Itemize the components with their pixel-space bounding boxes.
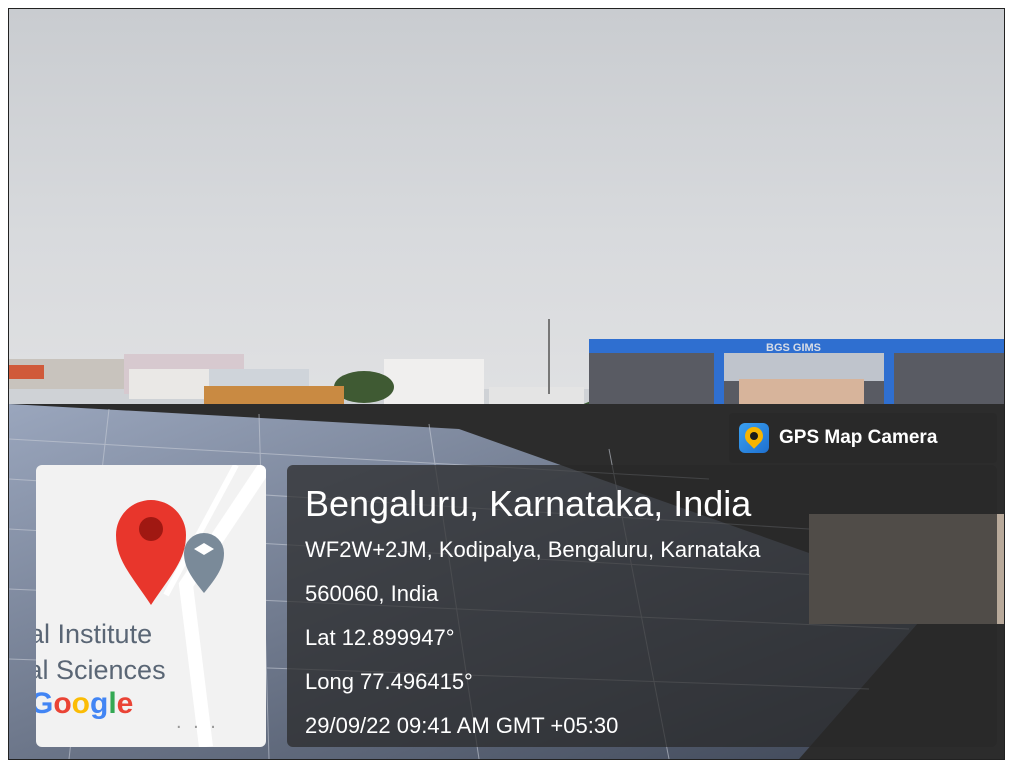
badge-label: GPS Map Camera [779,427,938,448]
latitude: Lat 12.899947° [305,625,455,650]
map-ellipsis: . . . [176,711,219,733]
address-line-1: WF2W+2JM, Kodipalya, Bengaluru, Karnatak… [305,537,761,562]
datetime: 29/09/22 09:41 AM GMT +05:30 [305,713,619,738]
longitude: Long 77.496415° [305,669,473,694]
address-line-2: 560060, India [305,581,439,606]
map-thumbnail[interactable]: bal Institute cal Sciences Google . . . [36,465,266,747]
location-info-panel: Bengaluru, Karnataka, India WF2W+2JM, Ko… [287,465,997,747]
photo-frame: BGS GIMS GPS Map Camera l Institute l Sc… [8,8,1005,760]
map-label-institute: bal Institute [36,619,153,649]
map-label-sciences: cal Sciences [36,655,166,685]
gps-map-camera-badge: GPS Map Camera [729,413,997,463]
location-pin-icon [116,500,186,605]
location-title: Bengaluru, Karnataka, India [305,483,752,524]
map-pin-app-icon [739,423,769,453]
building-sign: BGS GIMS [766,342,821,354]
google-logo: Google [36,687,134,720]
